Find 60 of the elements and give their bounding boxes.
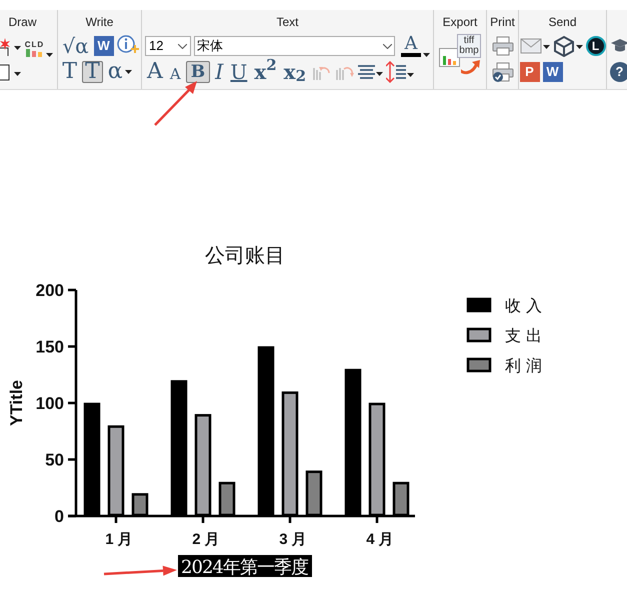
chevron-down-icon[interactable] — [178, 44, 187, 48]
bold-button[interactable]: B — [186, 61, 210, 83]
curved-arrow-icon — [461, 59, 481, 75]
file-type-label: tiff — [464, 36, 474, 46]
mail-icon[interactable] — [520, 37, 550, 55]
font-color-button[interactable]: A — [401, 35, 430, 57]
cube-icon[interactable] — [552, 35, 582, 57]
bar-chart-icon — [26, 49, 42, 57]
text-style-button[interactable]: T — [82, 61, 103, 83]
cld-button[interactable]: CLD — [24, 35, 54, 57]
align-icon[interactable] — [357, 62, 384, 82]
legend-label: 利 润 — [505, 356, 542, 375]
star-shape-icon[interactable] — [0, 36, 22, 56]
word-button[interactable]: W — [542, 62, 562, 82]
chart-title: 公司账目 — [205, 243, 285, 267]
circle-letter-button[interactable]: L — [586, 36, 606, 56]
chart-icon — [439, 48, 461, 68]
underline-button[interactable]: U — [228, 61, 250, 83]
y-tick-label: 0 — [54, 507, 64, 526]
category-label: 4 月 — [366, 531, 394, 548]
category-label: 2 月 — [192, 531, 220, 548]
ribbon-group-title: Send — [548, 14, 577, 30]
caret-icon[interactable] — [124, 70, 132, 74]
math-button[interactable]: √α — [60, 35, 91, 57]
y-tick-label: 100 — [36, 394, 64, 413]
greek-letter-button[interactable]: α — [106, 61, 134, 83]
y-tick-label: 150 — [36, 338, 64, 356]
grow-font-button[interactable]: A — [145, 61, 165, 83]
font-name-field[interactable]: 宋体 — [194, 36, 395, 56]
text-style-button[interactable]: T — [60, 61, 80, 83]
legend-label: 收 入 — [505, 296, 542, 315]
caret-icon[interactable] — [423, 53, 430, 57]
chevron-down-icon[interactable] — [383, 44, 392, 48]
category-label: 1 月 — [105, 531, 133, 548]
font-size-field[interactable]: 12 — [145, 36, 191, 56]
y-tick-label: 50 — [45, 450, 64, 470]
pointer-arrow — [154, 80, 198, 127]
line-spacing-icon[interactable] — [386, 61, 414, 83]
caret-icon[interactable] — [46, 53, 54, 57]
ribbon-group-title: Export — [442, 14, 478, 30]
ribbon-group-title: Print — [490, 14, 515, 30]
category-label: 3 月 — [279, 531, 307, 548]
shrink-font-button[interactable]: A — [168, 61, 183, 83]
y-axis-title: YTitle — [7, 380, 26, 426]
italic-button[interactable]: I — [213, 61, 226, 83]
export-button[interactable]: tiff bmp — [439, 34, 481, 78]
y-tick-label: 200 — [36, 281, 64, 300]
word-button[interactable]: W — [94, 36, 114, 56]
rectangle-shape-icon[interactable] — [0, 62, 22, 82]
script-button[interactable]: x$^{2}$ — [252, 61, 279, 83]
legend-label: 支 出 — [505, 326, 542, 345]
ribbon-group-title: Draw — [8, 14, 36, 30]
ribbon-group-title: Write — [86, 14, 114, 30]
slides-button[interactable]: P — [520, 62, 540, 82]
script-button[interactable]: x$_{2}$ — [282, 61, 308, 83]
help-button[interactable]: ? — [610, 62, 627, 82]
file-type-label: bmp — [459, 46, 479, 56]
printer-check-icon[interactable] — [492, 62, 514, 82]
printer-icon[interactable] — [492, 36, 514, 56]
ribbon-group-title: Text — [276, 14, 298, 30]
